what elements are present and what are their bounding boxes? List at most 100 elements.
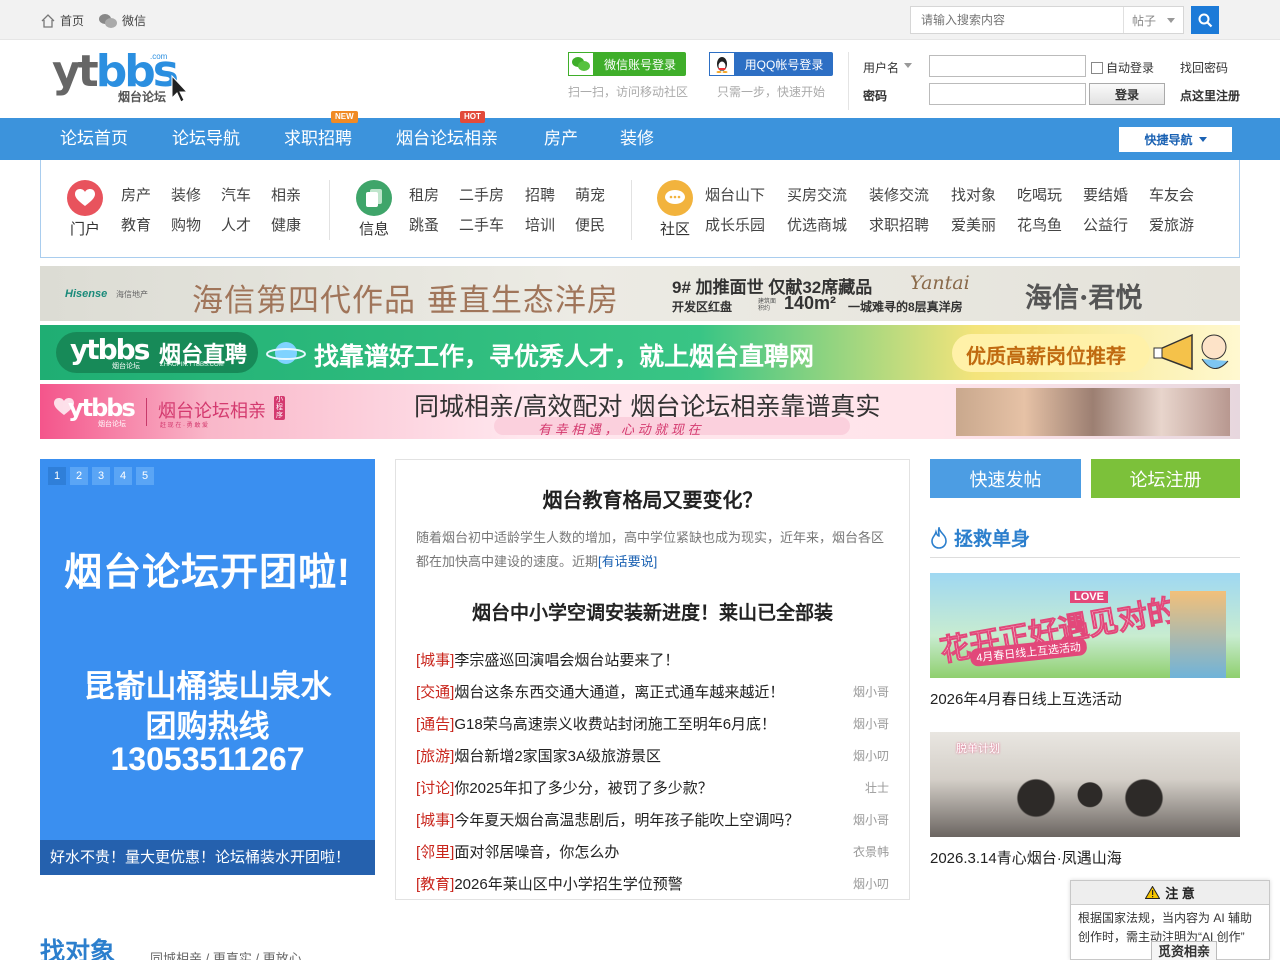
register-link[interactable]: 点这里注册 <box>1180 87 1240 104</box>
slider-dot[interactable]: 2 <box>70 467 88 485</box>
home-link-label[interactable]: 首页 <box>60 12 84 29</box>
portal-link[interactable]: 健康 <box>271 214 301 235</box>
portal-link[interactable]: 汽车 <box>221 184 251 205</box>
search-input[interactable] <box>911 7 1123 33</box>
nav-forum-guide[interactable]: 论坛导航 <box>172 118 240 160</box>
portal-link[interactable]: 房产 <box>121 184 151 205</box>
quick-post-button[interactable]: 快速发帖 <box>930 459 1081 498</box>
news-author[interactable]: 烟小哥 <box>853 811 889 828</box>
forum-register-button[interactable]: 论坛注册 <box>1091 459 1240 498</box>
search-button[interactable] <box>1191 6 1219 34</box>
login-button[interactable]: 登录 <box>1089 83 1165 105</box>
news-author[interactable]: 烟小哥 <box>853 715 889 732</box>
portal-link[interactable]: 人才 <box>221 214 251 235</box>
username-input[interactable] <box>929 55 1086 77</box>
autologin-checkbox[interactable]: 自动登录 <box>1091 59 1154 76</box>
comment-link[interactable]: [有话要说] <box>598 554 657 569</box>
community-link[interactable]: 优选商城 <box>787 214 847 235</box>
nav-real-estate[interactable]: 房产 <box>544 118 578 160</box>
community-link[interactable]: 求职招聘 <box>869 214 929 235</box>
headline-summary: 随着烟台初中适龄学生人数的增加，高中学位紧缺也成为现实，近年来，烟台各区都在加快… <box>416 530 885 569</box>
community-link[interactable]: 找对象 <box>951 184 996 205</box>
community-link[interactable]: 烟台山下 <box>705 184 765 205</box>
news-item[interactable]: [邻里]面对邻居噪音，你怎么办 衣景帏 <box>416 839 889 863</box>
headline-1[interactable]: 烟台教育格局又要变化？ <box>396 484 909 513</box>
site-logo[interactable]: ytbbs .com 烟台论坛 <box>52 50 192 106</box>
info-link[interactable]: 招聘 <box>525 184 555 205</box>
portal-link[interactable]: 购物 <box>171 214 201 235</box>
headline-2[interactable]: 烟台中小学空调安装新进度！莱山已全部装 <box>396 598 909 625</box>
info-link[interactable]: 萌宠 <box>575 184 605 205</box>
portal-link[interactable]: 相亲 <box>271 184 301 205</box>
category-info[interactable]: 信息 <box>359 218 389 239</box>
category-community[interactable]: 社区 <box>660 218 690 239</box>
community-link[interactable]: 买房交流 <box>787 184 847 205</box>
info-link[interactable]: 跳蚤 <box>409 214 439 235</box>
ad-banner-zhaopin[interactable]: ytbbs 烟台论坛 烟台直聘 ZHAOPIN.YTBBS.COM 找靠谱好工作… <box>40 325 1240 380</box>
community-link[interactable]: 吃喝玩 <box>1017 184 1062 205</box>
portal-link[interactable]: 教育 <box>121 214 151 235</box>
find-partner-title[interactable]: 找对象 <box>40 932 115 960</box>
event-thumbnail-2[interactable]: 脱单计划 <box>930 732 1240 837</box>
community-link[interactable]: 成长乐园 <box>705 214 765 235</box>
slider-dot[interactable]: 3 <box>92 467 110 485</box>
nav-dating[interactable]: 烟台论坛相亲 <box>396 118 498 160</box>
news-item[interactable]: [教育]2026年莱山区中小学招生学位预警 烟小叨 <box>416 871 889 895</box>
community-link[interactable]: 爱旅游 <box>1149 214 1194 235</box>
slide-line2: 团购热线 <box>145 709 270 744</box>
logo-subtitle: 烟台论坛 <box>118 90 167 104</box>
wechat-link-label[interactable]: 微信 <box>122 12 146 29</box>
quick-nav-button[interactable]: 快捷导航 <box>1119 127 1232 152</box>
news-item[interactable]: [城事]今年夏天烟台高温悲剧后，明年孩子能吹上空调吗？ 烟小哥 <box>416 807 889 831</box>
community-link[interactable]: 公益行 <box>1083 214 1128 235</box>
news-author[interactable]: 衣景帏 <box>853 843 889 860</box>
notice-footer-button[interactable]: 觅资相亲 <box>1151 941 1217 960</box>
category-portal[interactable]: 门户 <box>70 218 100 239</box>
ad-banner-hisense[interactable]: Hisense 海信地产 海信第四代作品 垂直生态洋房 9# 加推面世 仅献32… <box>40 266 1240 321</box>
password-input[interactable] <box>929 83 1086 105</box>
info-link[interactable]: 租房 <box>409 184 439 205</box>
info-link[interactable]: 培训 <box>525 214 555 235</box>
news-author[interactable]: 壮士 <box>865 779 889 796</box>
slider-dot[interactable]: 4 <box>114 467 132 485</box>
news-item[interactable]: [城事]李宗盛巡回演唱会烟台站要来了！ <box>416 647 889 671</box>
community-link[interactable]: 爱美丽 <box>951 214 996 235</box>
qq-login-label: 用QQ帐号登录 <box>744 57 824 72</box>
news-item[interactable]: [旅游]烟台新增2家国家3A级旅游景区 烟小叨 <box>416 743 889 767</box>
portal-link[interactable]: 装修 <box>171 184 201 205</box>
community-link[interactable]: 装修交流 <box>869 184 929 205</box>
banner-slogan: 海信第四代作品 垂直生态洋房 <box>192 283 619 319</box>
info-link[interactable]: 便民 <box>575 214 605 235</box>
nav-forum-home[interactable]: 论坛首页 <box>60 118 128 160</box>
username-label: 用户名 <box>863 61 900 75</box>
news-item[interactable]: [讨论]你2025年扣了多少分，被罚了多少款？ 壮士 <box>416 775 889 799</box>
news-author[interactable]: 烟小叨 <box>853 875 889 892</box>
ad-banner-dating[interactable]: ytbbs 烟台论坛 烟台论坛相亲 小程序 赶 现 在 · 勇 敢 爱 同城相亲… <box>40 384 1240 439</box>
news-item[interactable]: [交通]烟台这条东西交通大通道，离正式通车越来越近！ 烟小哥 <box>416 679 889 703</box>
qq-login-button[interactable]: 用QQ帐号登录 <box>709 52 833 76</box>
event-thumbnail-1[interactable]: 花开正好遇见对的人 LOVE 4月春日线上互选活动 <box>930 573 1240 678</box>
slide-caption[interactable]: 好水不贵！量大更优惠！论坛桶装水开团啦！ <box>40 840 375 875</box>
wechat-link[interactable]: 微信 <box>98 12 146 29</box>
chevron-down-icon[interactable] <box>904 63 912 68</box>
event-caption-1[interactable]: 2026年4月春日线上互选活动 <box>930 688 1122 709</box>
slider-dot[interactable]: 1 <box>48 467 66 485</box>
section-title-label[interactable]: 拯救单身 <box>954 524 1030 551</box>
nav-jobs[interactable]: 求职招聘 <box>284 118 352 160</box>
nav-decoration[interactable]: 装修 <box>620 118 654 160</box>
home-link[interactable]: 首页 <box>40 12 84 29</box>
promo-slider[interactable]: 1 2 3 4 5 烟台论坛开团啦! 昆嵛山桶装山泉水 团购热线 1305351… <box>40 459 375 875</box>
community-link[interactable]: 要结婚 <box>1083 184 1128 205</box>
search-scope-select[interactable]: 帖子 <box>1123 7 1183 33</box>
wechat-login-button[interactable]: 微信账号登录 <box>568 52 686 76</box>
info-link[interactable]: 二手车 <box>459 214 504 235</box>
find-password-link[interactable]: 找回密码 <box>1180 59 1228 76</box>
news-item[interactable]: [通告]G18荣乌高速崇义收费站封闭施工至明年6月底！ 烟小哥 <box>416 711 889 735</box>
event-caption-2[interactable]: 2026.3.14青心烟台·凤遇山海 <box>930 847 1122 868</box>
community-link[interactable]: 车友会 <box>1149 184 1194 205</box>
community-link[interactable]: 花鸟鱼 <box>1017 214 1062 235</box>
news-author[interactable]: 烟小哥 <box>853 683 889 700</box>
slider-dot[interactable]: 5 <box>136 467 154 485</box>
info-link[interactable]: 二手房 <box>459 184 504 205</box>
news-author[interactable]: 烟小叨 <box>853 747 889 764</box>
